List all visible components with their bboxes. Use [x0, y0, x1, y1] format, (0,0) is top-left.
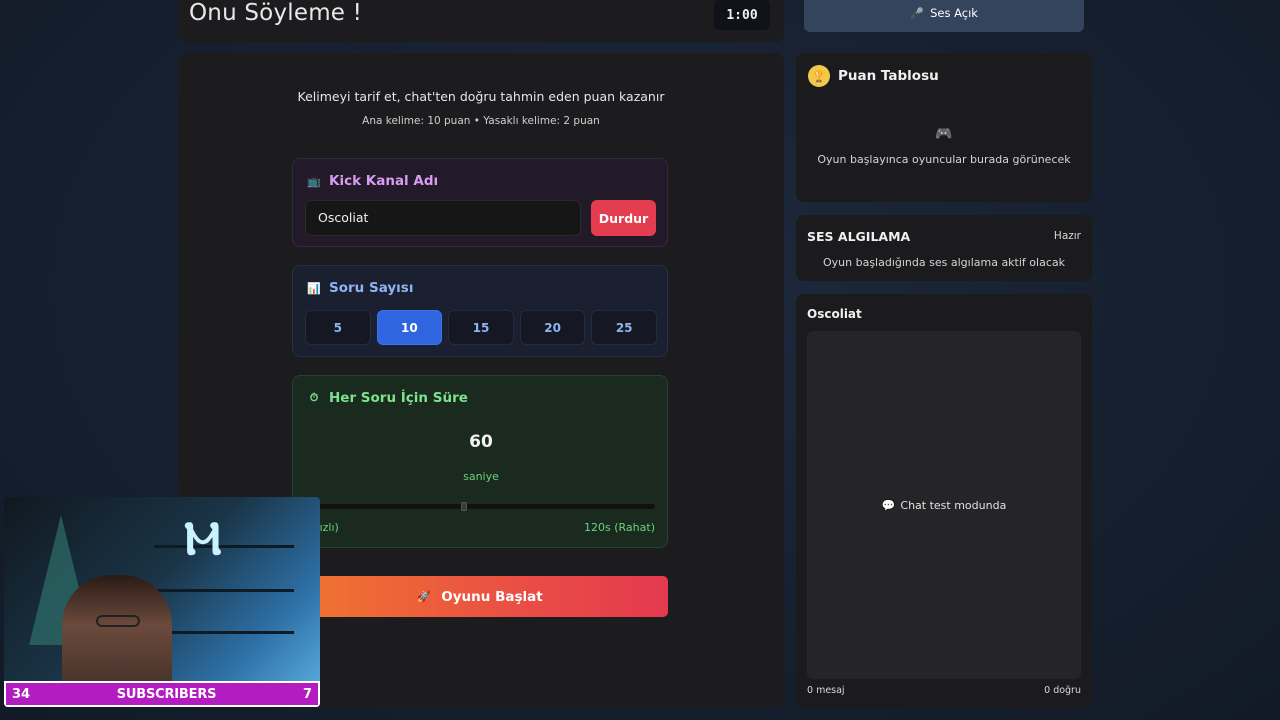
rocket-icon: 🚀 [417, 590, 432, 603]
question-count-title: Soru Sayısı [329, 280, 414, 296]
subscriber-left-count: 34 [12, 686, 31, 702]
time-unit: saniye [463, 470, 499, 483]
scoreboard-title: Puan Tablosu [838, 68, 939, 84]
subscriber-right-count: 7 [302, 686, 312, 702]
tv-icon: 📺 [307, 174, 321, 188]
scoring-text: Ana kelime: 10 puan • Yasaklı kelime: 2 … [362, 115, 600, 127]
question-count-option[interactable]: 15 [448, 310, 514, 345]
sound-detection-description: Oyun başladığında ses algılama aktif ola… [823, 256, 1065, 269]
chat-placeholder: Chat test modunda [900, 498, 1007, 512]
sound-toggle-button[interactable]: 🎤 Ses Açık [804, 0, 1084, 32]
scoreboard-panel: 🏆 Puan Tablosu 🎮 Oyun başlayınca oyuncul… [796, 53, 1092, 202]
slider-max-label: 120s (Rahat) [584, 521, 655, 534]
bar-chart-icon: 📊 [307, 281, 321, 295]
question-count-option-selected[interactable]: 10 [376, 310, 443, 345]
kick-channel-card: 📺 Kick Kanal Adı Oscoliat Durdur [292, 158, 668, 247]
speech-bubble-icon: 💬 [881, 498, 896, 512]
subscriber-bar: 34 SUBSCRIBERS 7 [4, 681, 320, 707]
time-title: Her Soru İçin Süre [329, 390, 468, 406]
chat-box[interactable]: 💬 Chat test modunda [807, 331, 1081, 679]
subscriber-label: SUBSCRIBERS [116, 686, 217, 702]
question-count-option[interactable]: 5 [305, 310, 371, 345]
glasses-image [96, 615, 140, 627]
question-count-option[interactable]: 20 [519, 310, 586, 345]
time-slider-thumb[interactable] [460, 502, 467, 511]
question-count-card: 📊 Soru Sayısı 5 10 15 20 25 [292, 265, 668, 357]
chat-channel-title: Oscoliat [807, 307, 862, 321]
intro-text: Kelimeyi tarif et, chat'ten doğru tahmin… [297, 89, 665, 104]
game-timer: 1:00 [714, 0, 770, 30]
shelf [154, 631, 294, 634]
monster-logo: Ⲙ [184, 511, 222, 565]
kick-channel-heading: 📺 Kick Kanal Adı [307, 173, 438, 189]
chat-message-count: 0 mesaj [807, 685, 845, 696]
stop-button[interactable]: Durdur [591, 200, 656, 236]
shelf [154, 589, 294, 592]
sound-toggle-label: Ses Açık [930, 6, 978, 20]
time-slider[interactable] [307, 502, 655, 511]
channel-name-input[interactable]: Oscoliat [305, 200, 581, 236]
sound-detection-title: SES ALGILAMA [807, 229, 911, 244]
sound-detection-panel: SES ALGILAMA Hazır Oyun başladığında ses… [796, 215, 1092, 281]
time-value: 60 [469, 432, 493, 452]
sound-detection-status: Hazır [1053, 230, 1081, 242]
trophy-icon: 🏆 [808, 65, 830, 87]
chat-panel: Oscoliat 💬 Chat test modunda 0 mesaj 0 d… [796, 294, 1092, 708]
stopwatch-icon: ⏱ [309, 391, 319, 404]
kick-channel-title: Kick Kanal Adı [329, 173, 439, 189]
start-game-button[interactable]: 🚀 Oyunu Başlat [292, 576, 668, 617]
game-header: Onu Söyleme ! 1:00 [178, 0, 784, 42]
scoreboard-empty-text: Oyun başlayınca oyuncular burada görünec… [817, 153, 1071, 166]
question-count-options: 5 10 15 20 25 [305, 310, 657, 345]
gamepad-icon: 🎮 [935, 126, 953, 142]
scoreboard-heading: 🏆 Puan Tablosu [808, 65, 939, 87]
time-heading: ⏱ Her Soru İçin Süre [307, 390, 468, 406]
shelf [154, 545, 294, 548]
question-count-heading: 📊 Soru Sayısı [307, 280, 413, 296]
time-per-question-card: ⏱ Her Soru İçin Süre 60 saniye (Hızlı) 1… [292, 375, 668, 548]
webcam-overlay: Ⲙ 34 SUBSCRIBERS 7 [4, 497, 320, 707]
chat-correct-count: 0 doğru [1044, 685, 1081, 696]
microphone-icon: 🎤 [910, 6, 924, 20]
question-count-option[interactable]: 25 [591, 310, 657, 345]
page-title: Onu Söyleme ! [189, 0, 363, 26]
start-game-label: Oyunu Başlat [441, 588, 543, 605]
